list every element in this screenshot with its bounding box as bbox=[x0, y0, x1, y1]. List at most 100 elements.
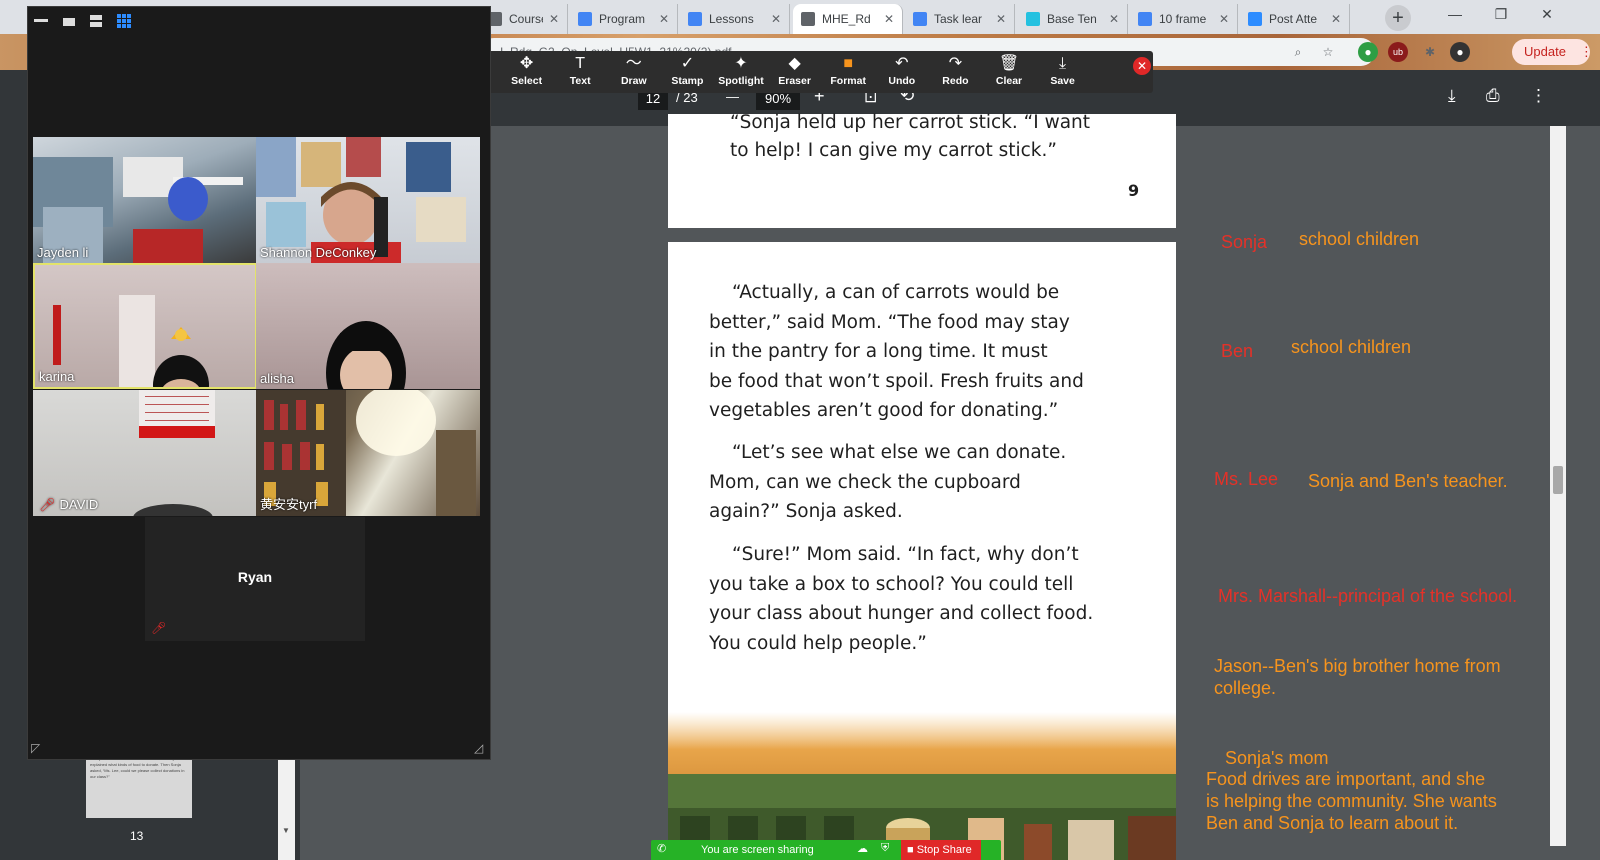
stop-share-button[interactable]: ■ Stop Share bbox=[901, 840, 981, 860]
tool-label: Format bbox=[830, 75, 866, 87]
tab-close-icon[interactable]: ✕ bbox=[659, 12, 669, 26]
participant-name: Ryan bbox=[237, 569, 273, 585]
pdf-page-10: “Actually, a can of carrots would be bett… bbox=[668, 242, 1176, 860]
note-jason-line2: college. bbox=[1214, 678, 1277, 698]
video-tile[interactable]: Shannon DeConkey bbox=[256, 137, 480, 263]
annotate-stamp-button[interactable]: ✓ Stamp bbox=[661, 53, 713, 93]
browser-tab[interactable]: Lessons ✕ bbox=[680, 4, 790, 34]
tab-favicon-icon bbox=[801, 12, 815, 26]
close-window-button[interactable]: ✕ bbox=[1524, 0, 1570, 30]
tab-title: Base Ten bbox=[1047, 12, 1097, 26]
tab-close-icon[interactable]: ✕ bbox=[884, 12, 894, 26]
annotate-text-button[interactable]: T Text bbox=[554, 53, 606, 93]
tool-label: Draw bbox=[620, 75, 647, 87]
participant-name-text: DAVID bbox=[59, 497, 99, 512]
pdf-page-9: “Sonja held up her carrot stick. “I want… bbox=[668, 112, 1176, 228]
speaker-view-icon[interactable] bbox=[90, 15, 102, 27]
tab-title: MHE_Rd bbox=[822, 12, 871, 26]
annotate-select-button[interactable]: ✥ Select bbox=[501, 53, 553, 93]
annotate-spotlight-button[interactable]: ✦ Spotlight bbox=[715, 53, 767, 93]
note-mom-line2: is helping the community. She wants bbox=[1206, 791, 1497, 811]
video-tile[interactable]: Jayden li bbox=[33, 137, 257, 263]
video-tile[interactable]: alisha bbox=[256, 263, 480, 389]
page10-para1-line: vegetables aren’t good for donating.” bbox=[709, 400, 1059, 421]
stamp-icon: ✓ bbox=[680, 55, 695, 72]
document-scrollbar[interactable] bbox=[1550, 126, 1566, 846]
tab-title: 10 frame bbox=[1159, 12, 1207, 26]
annotate-save-button[interactable]: ⤓ Save bbox=[1037, 53, 1089, 93]
browser-tab[interactable]: Program ✕ bbox=[570, 4, 678, 34]
video-tile[interactable]: 🎤︎ DAVID bbox=[33, 390, 257, 516]
tool-label: Clear bbox=[995, 75, 1023, 87]
minimize-button[interactable]: — bbox=[1432, 0, 1478, 30]
resize-handle-icon[interactable]: ◿ bbox=[474, 741, 483, 755]
tab-close-icon[interactable]: ✕ bbox=[771, 12, 781, 26]
resize-handle-icon[interactable]: ◸ bbox=[31, 741, 40, 755]
annotate-eraser-button[interactable]: ◆ Eraser bbox=[769, 53, 821, 93]
minimize-video-bar[interactable] bbox=[34, 19, 48, 22]
tab-favicon-icon bbox=[688, 12, 702, 26]
ublock-extension-icon[interactable]: ub bbox=[1388, 42, 1408, 62]
browser-tab[interactable]: Base Ten ✕ bbox=[1018, 4, 1128, 34]
print-icon[interactable]: ⎙ bbox=[1486, 86, 1500, 106]
download-icon[interactable]: ⤓ bbox=[1448, 86, 1456, 106]
video-tile[interactable]: karina bbox=[33, 263, 257, 389]
page10-para1-line: be food that won’t spoil. Fresh fruits a… bbox=[709, 370, 1084, 392]
extension-green-icon[interactable]: ● bbox=[1358, 42, 1378, 62]
audio-only-tile[interactable]: Ryan 🎤︎ bbox=[145, 517, 365, 641]
tab-close-icon[interactable]: ✕ bbox=[549, 12, 559, 26]
tab-title: Task lear bbox=[934, 12, 983, 26]
move-icon: ✥ bbox=[519, 55, 534, 72]
document-scroll-thumb[interactable] bbox=[1553, 466, 1563, 494]
more-actions-icon[interactable]: ⋮ bbox=[1530, 86, 1547, 106]
video-tile[interactable]: 黄安安tyrf bbox=[256, 390, 480, 516]
page10-para3-line: your class about hunger and collect food… bbox=[709, 603, 1094, 624]
note-lee-desc: Sonja and Ben's teacher. bbox=[1308, 471, 1508, 491]
new-tab-button[interactable]: + bbox=[1385, 5, 1411, 31]
gallery-view-icon[interactable] bbox=[117, 14, 131, 28]
annotate-format-button[interactable]: ■ Format bbox=[822, 53, 874, 93]
participant-name: karina bbox=[39, 369, 75, 384]
note-ben-desc: school children bbox=[1291, 337, 1412, 357]
share-shield-icon: ✆ bbox=[657, 843, 667, 855]
page10-para2-line: again?” Sonja asked. bbox=[709, 501, 903, 522]
tab-title: Course li bbox=[509, 12, 543, 26]
hide-video-icon[interactable] bbox=[63, 18, 75, 26]
draw-icon: 〜 bbox=[625, 55, 642, 72]
annotate-clear-button[interactable]: 🗑 Clear bbox=[983, 53, 1035, 93]
muted-mic-icon: 🎤︎ bbox=[151, 621, 167, 635]
note-mom-title: Sonja's mom bbox=[1225, 748, 1329, 768]
tab-title: Program bbox=[599, 12, 646, 26]
profile-avatar[interactable]: ● bbox=[1450, 42, 1470, 62]
browser-tab[interactable]: Post Atte ✕ bbox=[1240, 4, 1350, 34]
spotlight-icon: ✦ bbox=[734, 55, 748, 72]
screen-share-bar: ✆ You are screen sharing ☁ ⛨ ■ Stop Shar… bbox=[651, 840, 1001, 860]
tab-favicon-icon bbox=[578, 12, 592, 26]
browser-tab[interactable]: Course li ✕ bbox=[480, 4, 568, 34]
note-jason-line1: Jason--Ben's big brother home from bbox=[1214, 656, 1501, 676]
restore-button[interactable]: ❐ bbox=[1478, 0, 1524, 30]
browser-tab[interactable]: Task lear ✕ bbox=[905, 4, 1015, 34]
tool-label: Text bbox=[569, 75, 591, 87]
tab-close-icon[interactable]: ✕ bbox=[1219, 12, 1229, 26]
browser-tab[interactable]: MHE_Rd ✕ bbox=[793, 4, 903, 34]
tab-title: Post Atte bbox=[1269, 12, 1318, 26]
close-annotation-button[interactable]: ✕ bbox=[1133, 57, 1151, 75]
more-menu-icon: ⋮ bbox=[1579, 44, 1593, 59]
tab-close-icon[interactable]: ✕ bbox=[1331, 12, 1341, 26]
annotate-undo-button[interactable]: ↶ Undo bbox=[876, 53, 928, 93]
tab-close-icon[interactable]: ✕ bbox=[996, 12, 1006, 26]
bookmark-star-icon[interactable]: ☆ bbox=[1318, 42, 1338, 62]
zoom-icon[interactable]: ⌕ bbox=[1288, 42, 1308, 62]
browser-tab[interactable]: 10 frame ✕ bbox=[1130, 4, 1238, 34]
scroll-down-arrow-icon[interactable]: ▼ bbox=[282, 826, 290, 835]
thumbnail-page-label: 13 bbox=[130, 829, 144, 843]
annotate-draw-button[interactable]: 〜 Draw bbox=[608, 53, 660, 93]
tab-favicon-icon bbox=[1138, 12, 1152, 26]
page10-para1-line: better,” said Mom. “The food may stay bbox=[709, 311, 1070, 333]
annotate-redo-button[interactable]: ↷ Redo bbox=[929, 53, 981, 93]
update-button[interactable]: Update ⋮ bbox=[1512, 39, 1593, 65]
page10-para3-line: you take a box to school? You could tell bbox=[709, 573, 1074, 595]
tab-close-icon[interactable]: ✕ bbox=[1109, 12, 1119, 26]
extensions-puzzle-icon[interactable]: ✱ bbox=[1420, 42, 1440, 62]
